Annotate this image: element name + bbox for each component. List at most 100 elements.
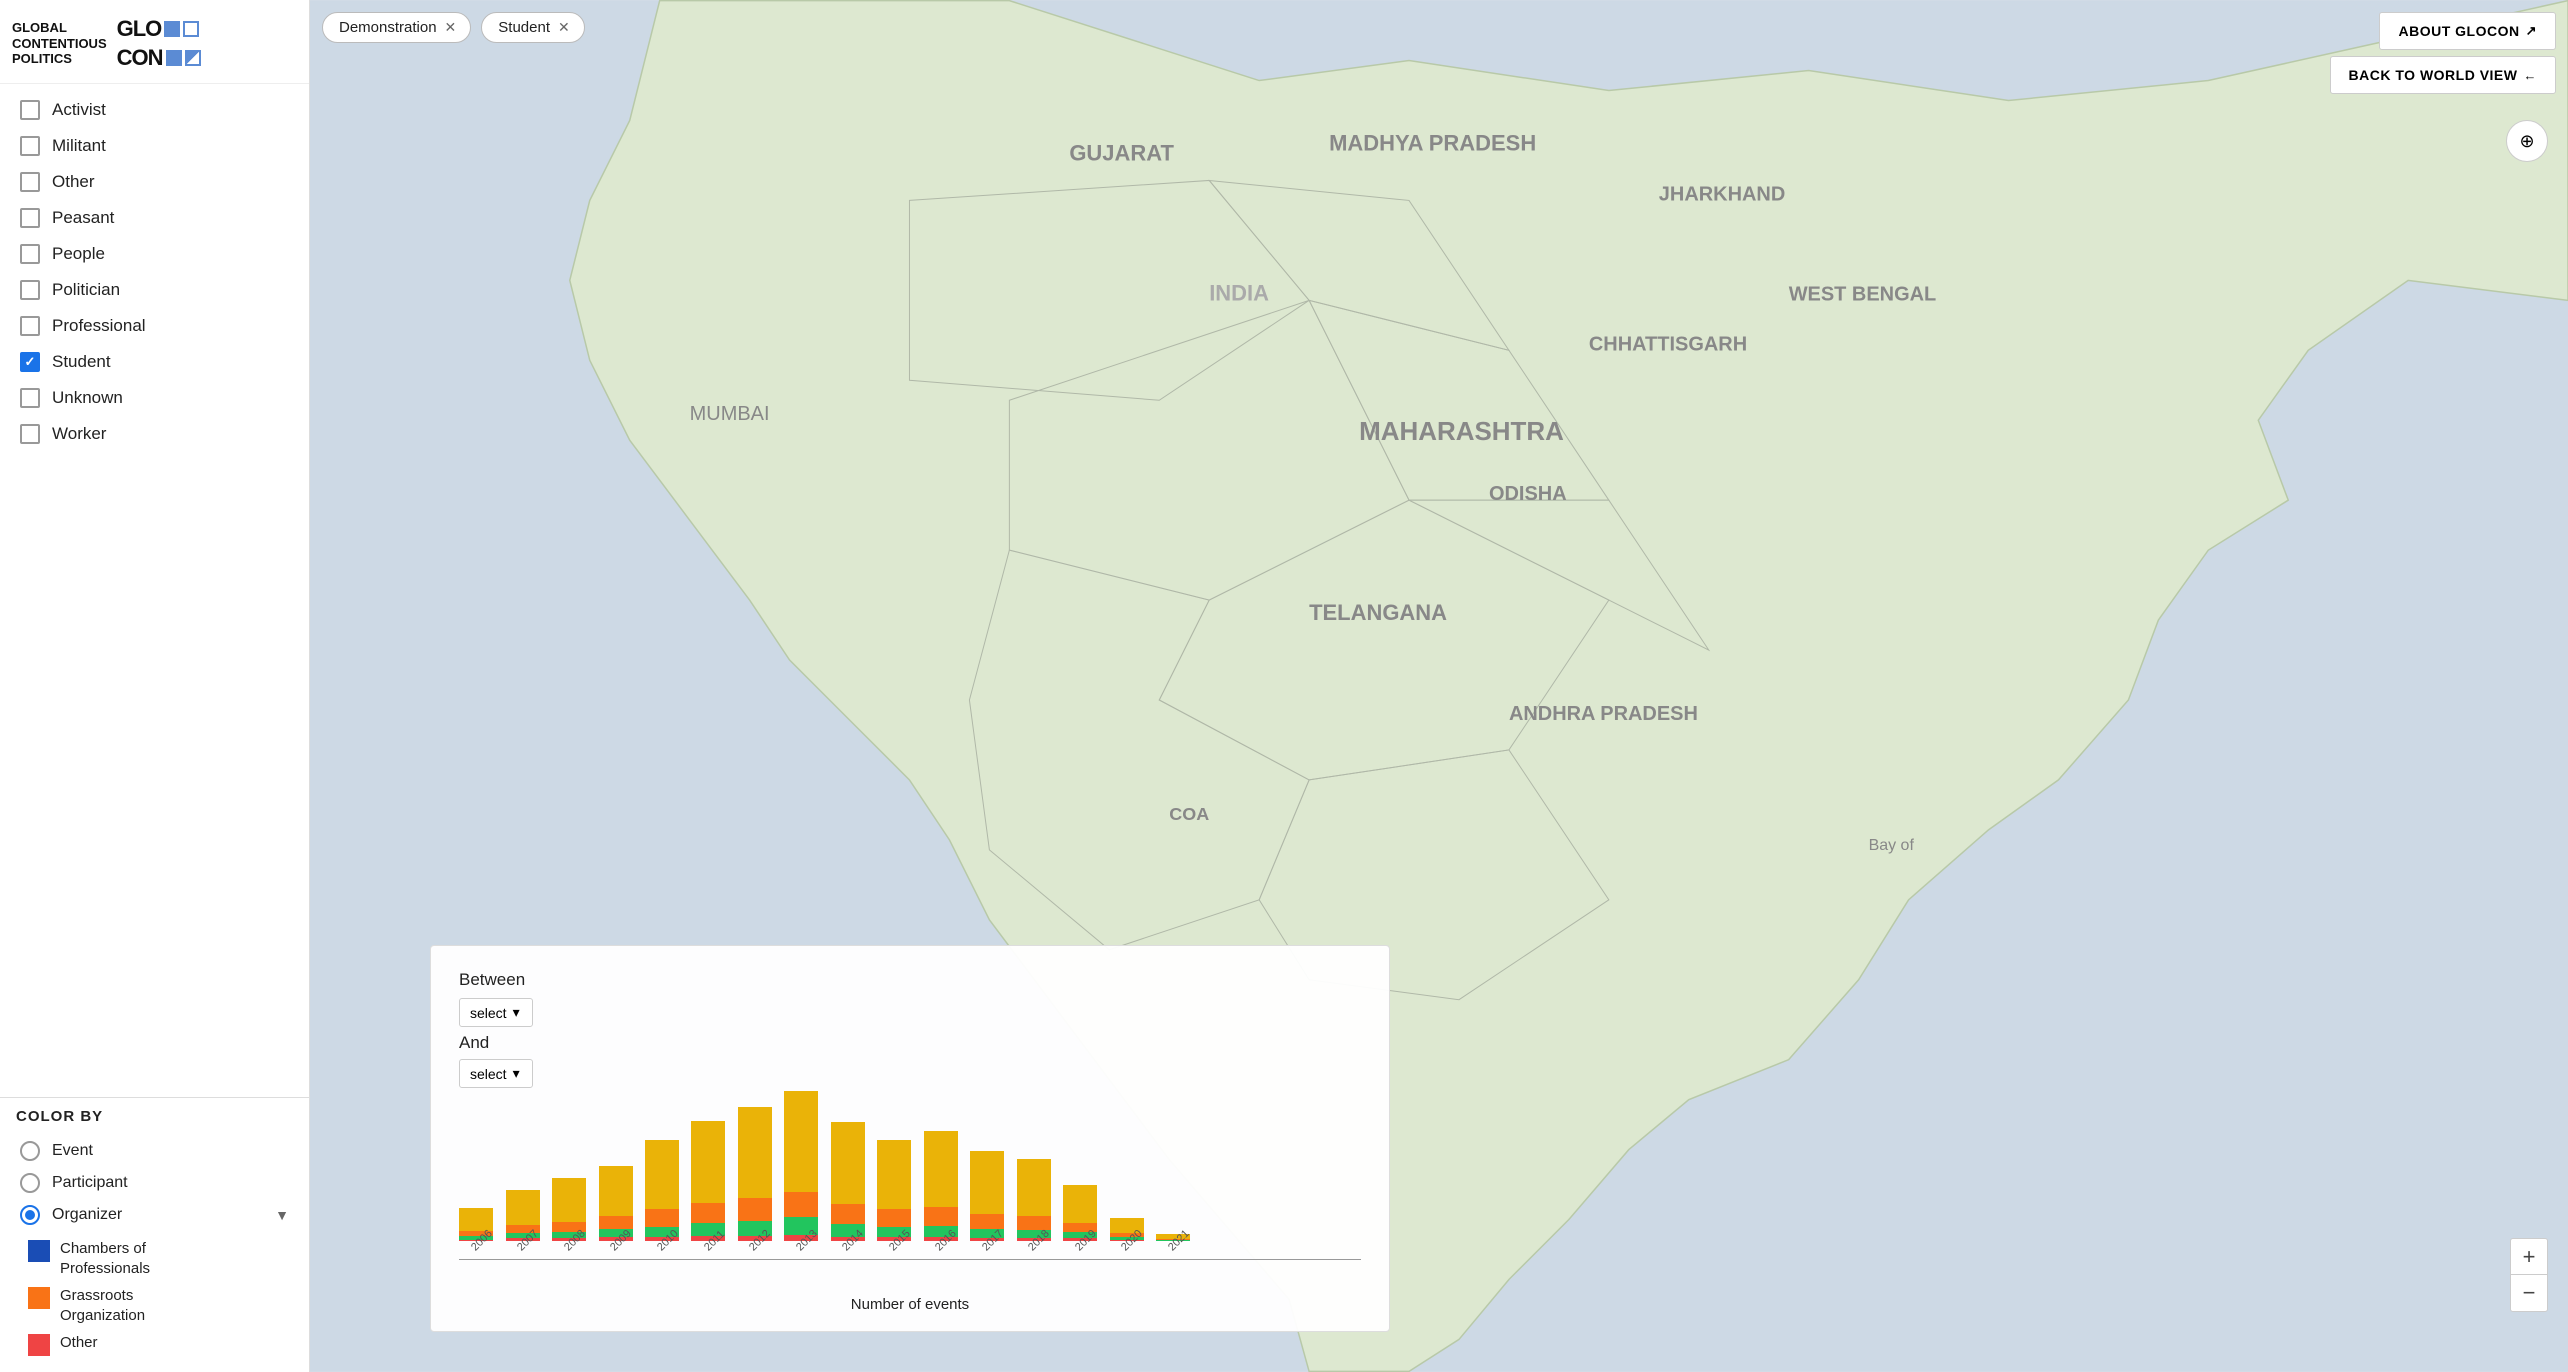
map-area[interactable]: GUJARAT MADHYA PRADESH CHHATTISGARH JHAR…: [310, 0, 2568, 1372]
zoom-out-button[interactable]: −: [2511, 1275, 2547, 1311]
svg-text:Bay of: Bay of: [1869, 837, 1915, 854]
svg-text:JHARKHAND: JHARKHAND: [1659, 183, 1785, 205]
bar-seg-orange-2010: [645, 1209, 679, 1227]
logo-sq-blue2: [166, 50, 182, 66]
chevron-down-icon: ▼: [275, 1207, 289, 1223]
sidebar: GLOBAL CONTENTIOUS POLITICS GLO CON: [0, 0, 310, 1372]
bar-group-2007: 2007: [505, 1190, 539, 1257]
checkbox-label-peasant: Peasant: [52, 208, 114, 228]
chart-between-select-label: select: [470, 1005, 507, 1021]
radio-organizer[interactable]: Organizer ▼: [16, 1199, 293, 1231]
bar-seg-orange-2009: [599, 1216, 633, 1229]
legend-color-chambers: [28, 1240, 50, 1262]
about-glocon-button[interactable]: ABOUT GLOCON ↗: [2379, 12, 2556, 50]
bar-seg-yellow-2015: [877, 1140, 911, 1209]
zoom-in-button[interactable]: +: [2511, 1239, 2547, 1275]
checkbox-item-peasant[interactable]: Peasant: [0, 200, 309, 236]
chart-and-select-chevron: ▾: [513, 1065, 520, 1082]
logo-squares-top: [164, 21, 199, 37]
legend-label-other: Other: [60, 1333, 98, 1353]
checkbox-item-politician[interactable]: Politician: [0, 272, 309, 308]
bar-seg-yellow-2011: [691, 1121, 725, 1203]
bar-group-2006: 2006: [459, 1208, 493, 1257]
bar-group-2013: 2013: [784, 1091, 818, 1257]
checkbox-professional: [20, 316, 40, 336]
top-bar: Demonstration ✕ Student ✕: [322, 12, 585, 43]
bar-seg-orange-2018: [1017, 1216, 1051, 1230]
chart-between-select[interactable]: select ▾: [459, 998, 533, 1027]
bar-seg-orange-2015: [877, 1209, 911, 1227]
legend-label-chambers: Chambers ofProfessionals: [60, 1239, 150, 1278]
checkbox-item-militant[interactable]: Militant: [0, 128, 309, 164]
logo-con: CON: [117, 45, 163, 71]
checkbox-label-activist: Activist: [52, 100, 106, 120]
checkbox-list: Activist Militant Other Peasant People Politi…: [0, 84, 309, 1097]
checkbox-item-other[interactable]: Other: [0, 164, 309, 200]
bar-group-2015: 2015: [877, 1140, 911, 1257]
checkbox-item-people[interactable]: People: [0, 236, 309, 272]
logo-sq-outline: [183, 21, 199, 37]
bar-seg-yellow-2017: [970, 1151, 1004, 1214]
bar-seg-orange-2014: [831, 1204, 865, 1224]
bar-group-2016: 2016: [923, 1131, 957, 1257]
chart-and-select[interactable]: select ▾: [459, 1059, 533, 1088]
radio-organizer-circle: [20, 1205, 40, 1225]
svg-text:ODISHA: ODISHA: [1489, 483, 1567, 505]
checkbox-peasant: [20, 208, 40, 228]
svg-text:INDIA: INDIA: [1209, 280, 1269, 305]
radio-organizer-label: Organizer: [52, 1206, 122, 1224]
checkbox-label-people: People: [52, 244, 105, 264]
checkbox-unknown: [20, 388, 40, 408]
filter-tag-demonstration[interactable]: Demonstration ✕: [322, 12, 471, 43]
checkbox-militant: [20, 136, 40, 156]
back-to-world-label: BACK TO WORLD VIEW: [2349, 67, 2518, 83]
chart-and-select-label: select: [470, 1066, 507, 1082]
bar-seg-yellow-2010: [645, 1140, 679, 1209]
bar-stack-2012: [738, 1107, 772, 1241]
chart-between-select-chevron: ▾: [513, 1004, 520, 1021]
bar-seg-yellow-2006: [459, 1208, 493, 1231]
legend-label-grassroots: GrassrootsOrganization: [60, 1286, 145, 1325]
filter-tag-demonstration-label: Demonstration: [339, 19, 437, 36]
svg-text:TELANGANA: TELANGANA: [1309, 600, 1447, 625]
filter-tag-student[interactable]: Student ✕: [481, 12, 584, 43]
checkbox-item-student[interactable]: Student: [0, 344, 309, 380]
legend-color-other: [28, 1334, 50, 1356]
checkbox-item-worker[interactable]: Worker: [0, 416, 309, 452]
arrow-left-icon: ←: [2524, 68, 2538, 83]
bar-group-2019: 2019: [1063, 1185, 1097, 1257]
back-to-world-button[interactable]: BACK TO WORLD VIEW ←: [2330, 56, 2556, 94]
checkbox-item-unknown[interactable]: Unknown: [0, 380, 309, 416]
close-demonstration-icon[interactable]: ✕: [445, 19, 457, 36]
logo-area: GLOBAL CONTENTIOUS POLITICS GLO CON: [0, 0, 309, 84]
bar-seg-yellow-2008: [552, 1178, 586, 1222]
compass-button[interactable]: ⊕: [2506, 120, 2548, 162]
legend-other: Other: [24, 1329, 293, 1360]
checkbox-item-activist[interactable]: Activist: [0, 92, 309, 128]
bar-group-2008: 2008: [552, 1178, 586, 1257]
radio-event-circle: [20, 1141, 40, 1161]
svg-text:WEST BENGAL: WEST BENGAL: [1789, 283, 1937, 305]
checkbox-worker: [20, 424, 40, 444]
checkbox-label-militant: Militant: [52, 136, 106, 156]
bar-stack-2017: [970, 1151, 1004, 1241]
checkbox-item-professional[interactable]: Professional: [0, 308, 309, 344]
svg-text:ANDHRA PRADESH: ANDHRA PRADESH: [1509, 703, 1698, 725]
bar-seg-orange-2012: [738, 1198, 772, 1221]
close-student-icon[interactable]: ✕: [558, 19, 570, 36]
checkbox-label-unknown: Unknown: [52, 388, 123, 408]
legend-chambers: Chambers ofProfessionals: [24, 1235, 293, 1282]
radio-participant[interactable]: Participant: [16, 1167, 293, 1199]
logo-right: GLO CON: [117, 16, 201, 71]
bar-stack-2011: [691, 1121, 725, 1241]
bar-seg-yellow-2009: [599, 1166, 633, 1216]
svg-text:MAHARASHTRA: MAHARASHTRA: [1359, 416, 1564, 446]
bar-stack-2013: [784, 1091, 818, 1241]
bar-seg-orange-2011: [691, 1203, 725, 1223]
radio-event-label: Event: [52, 1142, 93, 1160]
bar-seg-yellow-2012: [738, 1107, 772, 1198]
checkbox-label-politician: Politician: [52, 280, 120, 300]
bar-seg-yellow-2018: [1017, 1159, 1051, 1216]
radio-event[interactable]: Event: [16, 1135, 293, 1167]
logo-text-left: GLOBAL CONTENTIOUS POLITICS: [12, 20, 107, 67]
